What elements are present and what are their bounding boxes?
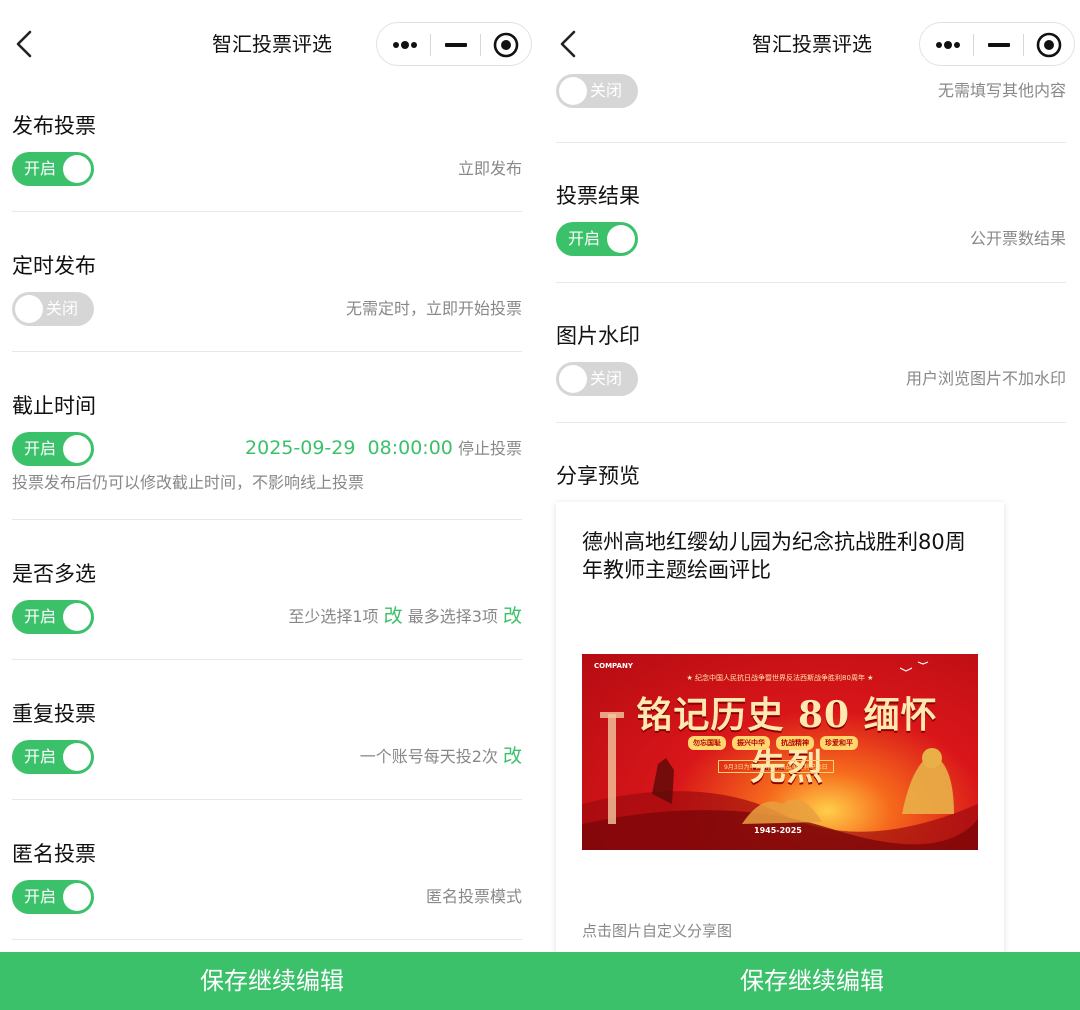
divider [12, 519, 522, 520]
section-scheduled: 定时发布 关闭 无需定时，立即开始投票 [12, 252, 522, 326]
section-watermark: 图片水印 关闭 用户浏览图片不加水印 [556, 322, 1066, 396]
publish-toggle[interactable]: 开启 [12, 152, 94, 186]
section-deadline: 截止时间 开启 2025-09-29 08:00:00 停止投票 投票发布后仍可… [12, 392, 522, 502]
repeat-vote-note: 一个账号每天投2次 [359, 747, 498, 766]
section-note: 公开票数结果 [969, 229, 1066, 248]
toggle-knob [559, 365, 587, 393]
toggle-label: 开启 [24, 607, 57, 626]
toggle-knob [63, 883, 91, 911]
close-target-icon[interactable] [1023, 23, 1075, 67]
close-target-icon[interactable] [480, 23, 532, 67]
toggle-label: 关闭 [590, 369, 623, 388]
poster-years: 1945-2025 [754, 826, 802, 835]
poster-top-line: ★ 纪念中国人民抗日战争暨世界反法西斯战争胜利80周年 ★ [686, 674, 874, 682]
watermark-toggle[interactable]: 关闭 [556, 362, 638, 396]
section-title: 是否多选 [12, 562, 96, 586]
toggle-knob [559, 77, 587, 105]
toggle-label: 开启 [24, 887, 57, 906]
repeat-vote-toggle[interactable]: 开启 [12, 740, 94, 774]
share-preview-card: 德州高地红缨幼儿园为纪念抗战胜利80周年教师主题绘画评比 COMPANY ★ 纪… [556, 502, 1004, 972]
save-continue-button[interactable]: 保存继续编辑 [0, 952, 544, 1010]
change-max-link[interactable]: 改 [503, 605, 522, 627]
section-vote-results: 投票结果 开启 公开票数结果 [556, 182, 1066, 256]
section-multi-select: 是否多选 开启 至少选择1项 改 最多选择3项 改 [12, 560, 522, 634]
scheduled-toggle[interactable]: 关闭 [12, 292, 94, 326]
minimize-icon[interactable] [430, 23, 482, 67]
section-note: 无需填写其他内容 [937, 81, 1066, 100]
min-select-note: 至少选择1项 [288, 607, 379, 626]
multi-select-row: 至少选择1项 改 最多选择3项 改 [288, 605, 522, 628]
divider [556, 142, 1066, 143]
toggle-knob [63, 743, 91, 771]
nav-bar: 智汇投票评选 [0, 0, 544, 88]
poster-pill: 勿忘国耻 [688, 736, 726, 750]
toggle-knob [63, 155, 91, 183]
divider [12, 939, 522, 940]
section-title: 投票结果 [556, 184, 640, 208]
share-hint: 点击图片自定义分享图 [582, 922, 733, 940]
poster-pills: 勿忘国耻 振兴中华 抗战精神 珍爱和平 [688, 736, 858, 750]
section-note: 用户浏览图片不加水印 [905, 369, 1066, 388]
toggle-label: 开启 [24, 747, 57, 766]
extra-info-toggle[interactable]: 关闭 [556, 74, 638, 108]
vote-results-toggle[interactable]: 开启 [556, 222, 638, 256]
change-min-link[interactable]: 改 [384, 605, 403, 627]
settings-screen-left: 智汇投票评选 发布投票 开启 立即发布 定时发布 关闭 无需定时，立即开始投票 … [0, 0, 544, 1010]
share-preview-title: 分享预览 [556, 464, 640, 488]
section-anonymous: 匿名投票 开启 匿名投票模式 [12, 840, 522, 914]
section-title: 发布投票 [12, 114, 96, 138]
max-select-note: 最多选择3项 [407, 607, 498, 626]
repeat-vote-row: 一个账号每天投2次 改 [360, 745, 522, 768]
multi-select-toggle[interactable]: 开启 [12, 600, 94, 634]
section-note: 无需定时，立即开始投票 [345, 299, 522, 318]
toggle-label: 开启 [24, 159, 57, 178]
toggle-knob [607, 225, 635, 253]
poster-pill: 振兴中华 [732, 736, 770, 750]
section-title: 定时发布 [12, 254, 96, 278]
more-icon[interactable] [922, 23, 974, 67]
poster-pill: 抗战精神 [776, 736, 814, 750]
anonymous-toggle[interactable]: 开启 [12, 880, 94, 914]
section-note: 匿名投票模式 [425, 887, 522, 906]
poster-company: COMPANY [594, 662, 633, 670]
divider [556, 422, 1066, 423]
toggle-knob [63, 435, 91, 463]
poster-pill: 珍爱和平 [820, 736, 858, 750]
section-publish: 发布投票 开启 立即发布 [12, 112, 522, 186]
divider [12, 799, 522, 800]
toggle-knob [15, 295, 43, 323]
deadline-sub-note: 投票发布后仍可以修改截止时间，不影响线上投票 [12, 473, 365, 492]
section-extra-info: 关闭 无需填写其他内容 [556, 74, 1066, 114]
section-repeat-vote: 重复投票 开启 一个账号每天投2次 改 [12, 700, 522, 774]
divider [556, 282, 1066, 283]
section-note: 立即发布 [457, 159, 522, 178]
toggle-label: 开启 [24, 439, 57, 458]
divider [12, 659, 522, 660]
change-repeat-link[interactable]: 改 [503, 745, 522, 767]
deadline-row: 2025-09-29 08:00:00 停止投票 [245, 437, 522, 460]
share-poster-image[interactable]: COMPANY ★ 纪念中国人民抗日战争暨世界反法西斯战争胜利80周年 ★ 铭记… [582, 654, 978, 850]
more-icon[interactable] [379, 23, 431, 67]
divider [12, 351, 522, 352]
mini-program-capsule [376, 22, 532, 66]
poster-banner: 9月3日为中国人民抗日战争胜利纪念日 [718, 760, 834, 773]
section-title: 重复投票 [12, 702, 96, 726]
deadline-value[interactable]: 2025-09-29 08:00:00 [245, 437, 453, 459]
share-card-title: 德州高地红缨幼儿园为纪念抗战胜利80周年教师主题绘画评比 [582, 530, 966, 582]
section-title: 截止时间 [12, 394, 96, 418]
section-title: 匿名投票 [12, 842, 96, 866]
toggle-knob [63, 603, 91, 631]
section-title: 图片水印 [556, 324, 640, 348]
mini-program-capsule [919, 22, 1075, 66]
settings-screen-right: 智汇投票评选 关闭 无需填写其他内容 投票结果 开启 公开票数结果 图片水印 关… [544, 0, 1080, 1010]
toggle-label: 关闭 [46, 299, 79, 318]
toggle-label: 关闭 [590, 81, 623, 100]
toggle-label: 开启 [568, 229, 601, 248]
divider [12, 211, 522, 212]
save-continue-button[interactable]: 保存继续编辑 [544, 952, 1080, 1010]
deadline-note: 停止投票 [457, 439, 522, 458]
deadline-toggle[interactable]: 开启 [12, 432, 94, 466]
minimize-icon[interactable] [973, 23, 1025, 67]
